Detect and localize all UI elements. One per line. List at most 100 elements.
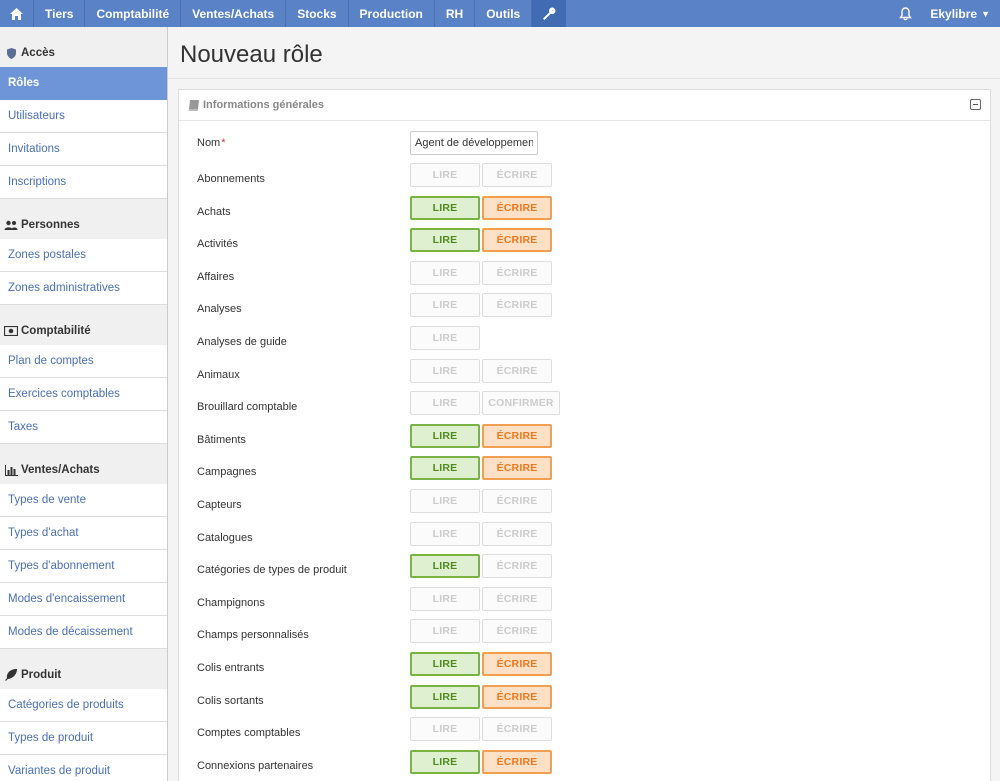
read-toggle[interactable]: LIRE (410, 456, 480, 481)
write-toggle[interactable]: ÉCRIRE (482, 456, 552, 481)
right-label: Activités (197, 238, 238, 251)
home-button[interactable] (0, 0, 34, 27)
sidebar-section-ventes-achats: Ventes/Achats (0, 444, 167, 484)
write-toggle[interactable]: ÉCRIRE (482, 521, 552, 546)
sidebar-section-acces: Accès (0, 27, 167, 67)
sidebar-item-zones-postales[interactable]: Zones postales (0, 239, 167, 272)
right-row: Brouillard comptable LIRE CONFIRMER (179, 391, 990, 423)
nav-production[interactable]: Production (349, 0, 435, 27)
sidebar-item-types-de-produit[interactable]: Types de produit (0, 722, 167, 755)
right-label: Catégories de types de produit (197, 564, 347, 577)
read-toggle[interactable]: LIRE (410, 358, 480, 383)
write-toggle[interactable]: ÉCRIRE (482, 619, 552, 644)
sidebar-item-modes-de-decaissement[interactable]: Modes de décaissement (0, 616, 167, 649)
sidebar-item-types-d-achat[interactable]: Types d'achat (0, 517, 167, 550)
write-toggle[interactable]: ÉCRIRE (482, 717, 552, 742)
name-input[interactable] (410, 131, 538, 155)
read-toggle[interactable]: LIRE (410, 489, 480, 513)
nav-outils[interactable]: Outils (475, 0, 533, 27)
right-label: Colis sortants (197, 694, 264, 707)
sidebar-item-zones-administratives[interactable]: Zones administratives (0, 272, 167, 305)
sidebar-item-utilisateurs[interactable]: Utilisateurs (0, 100, 167, 133)
right-row: Champignons LIRE ÉCRIRE (179, 586, 990, 619)
notifications-button[interactable] (888, 0, 922, 27)
read-toggle[interactable]: LIRE (410, 228, 480, 253)
right-row: Capteurs LIRE ÉCRIRE (179, 489, 990, 521)
sidebar-item-categories-de-produits[interactable]: Catégories de produits (0, 689, 167, 722)
read-toggle[interactable]: LIRE (410, 684, 480, 709)
write-toggle[interactable]: ÉCRIRE (482, 586, 552, 611)
write-toggle[interactable]: ÉCRIRE (482, 163, 552, 187)
confirm-toggle[interactable]: CONFIRMER (482, 391, 560, 416)
right-row: Catalogues LIRE ÉCRIRE (179, 521, 990, 554)
wrench-icon (543, 7, 556, 20)
right-label: Catalogues (197, 531, 253, 544)
right-row: Analyses de guide LIRE (179, 326, 990, 358)
write-toggle[interactable]: ÉCRIRE (482, 260, 552, 285)
read-toggle[interactable]: LIRE (410, 293, 480, 318)
write-toggle[interactable]: ÉCRIRE (482, 195, 552, 220)
right-label: Analyses de guide (197, 336, 287, 348)
form-row-name: Nom* (179, 131, 990, 163)
home-icon (10, 7, 23, 20)
right-row: Analyses LIRE ÉCRIRE (179, 293, 990, 325)
write-toggle[interactable]: ÉCRIRE (482, 489, 552, 513)
sidebar-item-taxes[interactable]: Taxes (0, 411, 167, 444)
right-label: Champignons (197, 596, 265, 609)
tools-button[interactable] (532, 0, 567, 27)
right-row: Campagnes LIRE ÉCRIRE (179, 456, 990, 488)
main-content: Nouveau rôle Informations générales Nom*… (168, 27, 1000, 781)
write-toggle[interactable]: ÉCRIRE (482, 228, 552, 253)
write-toggle[interactable]: ÉCRIRE (482, 358, 552, 383)
read-toggle[interactable]: LIRE (410, 652, 480, 676)
nav-tiers[interactable]: Tiers (34, 0, 86, 27)
sidebar-section-produit: Produit (0, 649, 167, 689)
bar-chart-icon (4, 464, 18, 476)
nav-stocks[interactable]: Stocks (286, 0, 349, 27)
panel-header: Informations générales (179, 90, 990, 121)
write-toggle[interactable]: ÉCRIRE (482, 652, 552, 676)
read-toggle[interactable]: LIRE (410, 619, 480, 644)
write-toggle[interactable]: ÉCRIRE (482, 293, 552, 318)
read-toggle[interactable]: LIRE (410, 586, 480, 611)
caret-down-icon: ▼ (981, 8, 990, 19)
read-toggle[interactable]: LIRE (410, 749, 480, 774)
write-toggle[interactable]: ÉCRIRE (482, 554, 552, 579)
write-toggle[interactable]: ÉCRIRE (482, 684, 552, 709)
sidebar-item-exercices-comptables[interactable]: Exercices comptables (0, 378, 167, 411)
read-toggle[interactable]: LIRE (410, 195, 480, 220)
sidebar-item-plan-de-comptes[interactable]: Plan de comptes (0, 345, 167, 378)
write-toggle[interactable]: ÉCRIRE (482, 423, 552, 448)
right-label: Colis entrants (197, 662, 265, 674)
right-label: Comptes comptables (197, 727, 301, 740)
collapse-icon[interactable] (970, 99, 981, 110)
sidebar-item-inscriptions[interactable]: Inscriptions (0, 166, 167, 199)
leaf-icon (4, 669, 18, 681)
read-toggle[interactable]: LIRE (410, 717, 480, 742)
read-toggle[interactable]: LIRE (410, 391, 480, 416)
sidebar-item-invitations[interactable]: Invitations (0, 133, 167, 166)
sidebar-item-variantes-de-produit[interactable]: Variantes de produit (0, 755, 167, 781)
read-toggle[interactable]: LIRE (410, 326, 480, 350)
read-toggle[interactable]: LIRE (410, 521, 480, 546)
sidebar-item-modes-d-encaissement[interactable]: Modes d'encaissement (0, 583, 167, 616)
right-row: Abonnements LIRE ÉCRIRE (179, 163, 990, 195)
sidebar-item-roles[interactable]: Rôles (0, 67, 167, 100)
nav-rh[interactable]: RH (435, 0, 476, 27)
right-row: Champs personnalisés LIRE ÉCRIRE (179, 619, 990, 651)
right-row: Affaires LIRE ÉCRIRE (179, 260, 990, 293)
money-icon (4, 325, 18, 337)
nav-ventes-achats[interactable]: Ventes/Achats (181, 0, 287, 27)
read-toggle[interactable]: LIRE (410, 423, 480, 448)
right-label: Champs personnalisés (197, 629, 309, 642)
user-menu[interactable]: Ekylibre ▼ (922, 0, 1000, 27)
nav-comptabilite[interactable]: Comptabilité (85, 0, 182, 27)
book-icon (188, 99, 200, 111)
sidebar-item-types-d-abonnement[interactable]: Types d'abonnement (0, 550, 167, 583)
panel-title: Informations générales (203, 99, 325, 111)
write-toggle[interactable]: ÉCRIRE (482, 749, 552, 774)
sidebar-item-types-de-vente[interactable]: Types de vente (0, 484, 167, 517)
read-toggle[interactable]: LIRE (410, 554, 480, 579)
read-toggle[interactable]: LIRE (410, 163, 480, 187)
read-toggle[interactable]: LIRE (410, 260, 480, 285)
